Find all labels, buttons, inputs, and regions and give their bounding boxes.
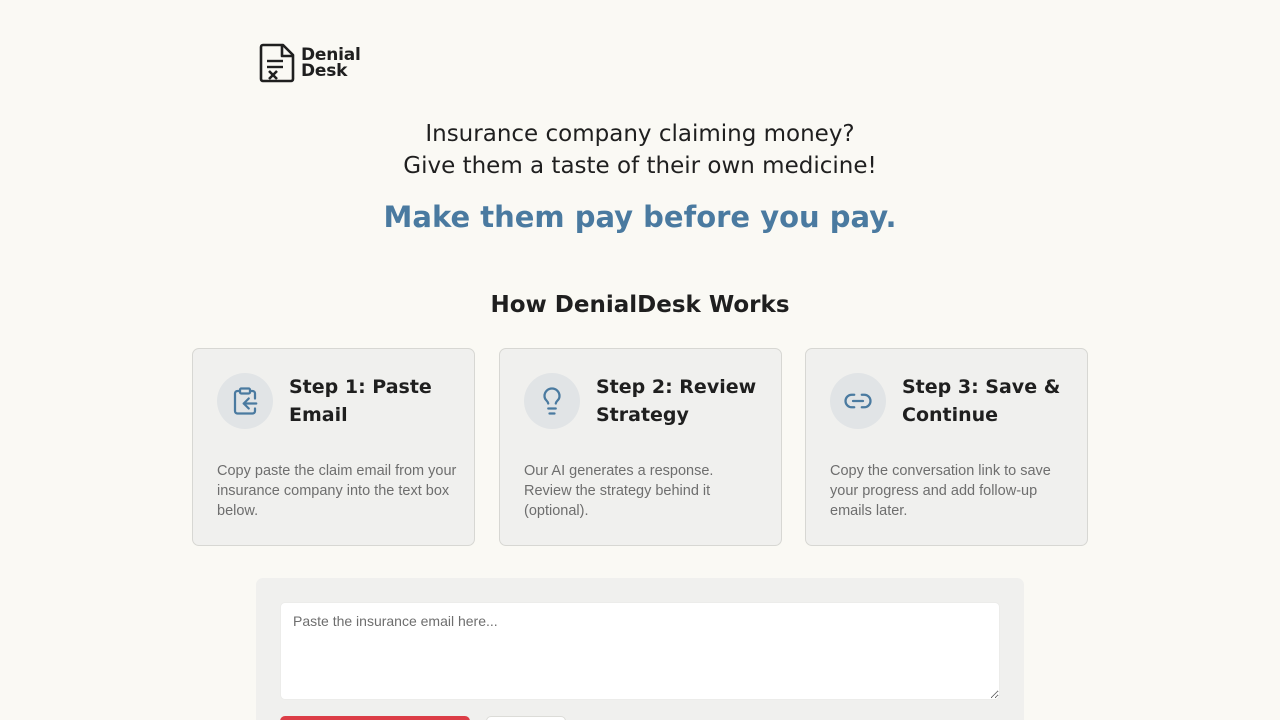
step-3-description: Copy the conversation link to save your …	[830, 463, 1051, 519]
step-3-icon-badge	[830, 373, 886, 429]
brand-logo[interactable]: Denial Desk	[259, 43, 361, 83]
secondary-action-button[interactable]	[486, 716, 566, 720]
link-icon	[844, 393, 872, 409]
step-card-3: Step 3: Save & Continue Copy the convers…	[805, 348, 1088, 546]
hero-line-2: Give them a taste of their own medicine!	[403, 153, 877, 179]
brand-name: Denial Desk	[301, 47, 361, 81]
document-x-icon	[259, 43, 295, 83]
insurance-email-input[interactable]	[280, 602, 1000, 700]
brand-name-line2: Desk	[301, 61, 348, 81]
lightbulb-icon	[543, 387, 561, 415]
step-2-title: Step 2: Review Strategy	[596, 376, 757, 426]
step-1-description: Copy paste the claim email from your ins…	[217, 463, 457, 519]
step-2-icon-badge	[524, 373, 580, 429]
hero-line-1: Insurance company claiming money?	[425, 121, 855, 147]
how-it-works-title: How DenialDesk Works	[490, 292, 790, 318]
step-2-description: Our AI generates a response. Review the …	[524, 463, 714, 519]
hero-section: Insurance company claiming money? Give t…	[0, 118, 1280, 235]
generate-response-button[interactable]	[280, 716, 470, 720]
step-1-icon-badge	[217, 373, 273, 429]
clipboard-arrow-icon	[233, 387, 258, 415]
step-card-2: Step 2: Review Strategy Our AI generates…	[499, 348, 782, 546]
step-card-1: Step 1: Paste Email Copy paste the claim…	[192, 348, 475, 546]
step-3-title: Step 3: Save & Continue	[902, 376, 1061, 426]
step-1-title: Step 1: Paste Email	[289, 376, 432, 426]
hero-tagline: Make them pay before you pay.	[383, 200, 897, 234]
email-form	[256, 578, 1024, 720]
